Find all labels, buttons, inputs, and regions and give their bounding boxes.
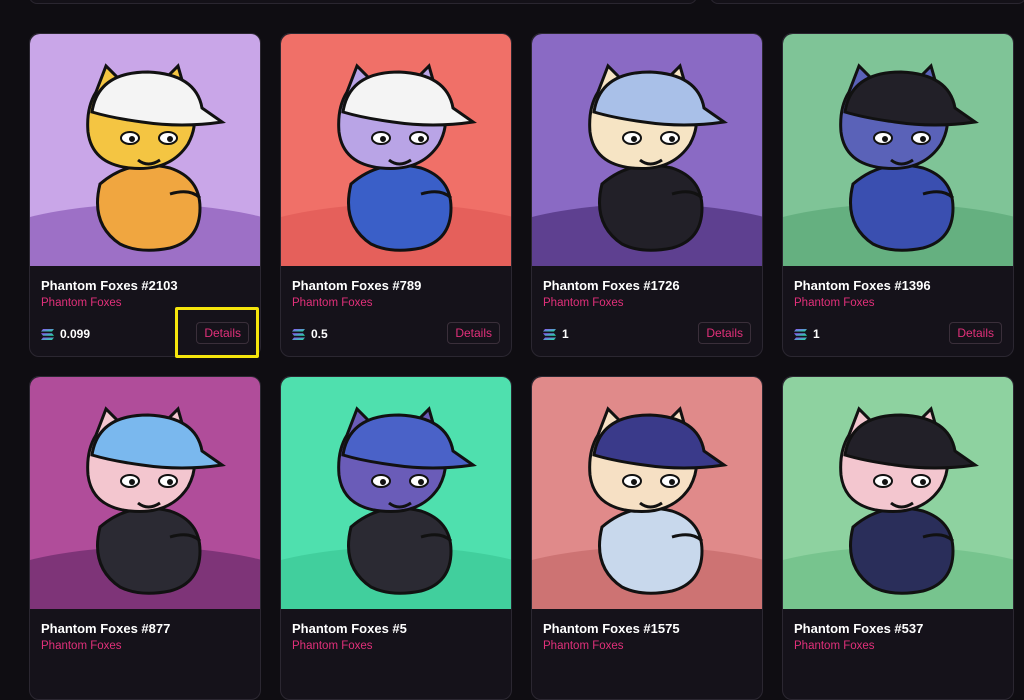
collection-link[interactable]: Phantom Foxes xyxy=(292,640,373,652)
details-button[interactable]: Details xyxy=(698,322,751,344)
nft-title: Phantom Foxes #537 xyxy=(794,621,924,636)
collection-link[interactable]: Phantom Foxes xyxy=(41,640,122,652)
nft-image[interactable] xyxy=(532,34,762,266)
collection-link[interactable]: Phantom Foxes xyxy=(543,297,624,309)
price-row: 1 xyxy=(794,327,820,341)
nft-image[interactable] xyxy=(532,377,762,609)
nft-grid: Phantom Foxes #2103 Phantom Foxes 0.099 … xyxy=(29,33,1014,700)
nft-image[interactable] xyxy=(783,34,1013,266)
nft-title: Phantom Foxes #877 xyxy=(41,621,171,636)
nft-image[interactable] xyxy=(281,377,511,609)
price-value: 0.5 xyxy=(311,327,328,341)
price-value: 1 xyxy=(562,327,569,341)
price-row: 1 xyxy=(543,327,569,341)
price-value: 0.099 xyxy=(60,327,91,341)
solana-icon xyxy=(543,328,556,340)
nft-card[interactable]: Phantom Foxes #1575 Phantom Foxes xyxy=(531,376,763,700)
nft-card[interactable]: Phantom Foxes #2103 Phantom Foxes 0.099 … xyxy=(29,33,261,357)
nft-image[interactable] xyxy=(30,377,260,609)
details-button[interactable]: Details xyxy=(447,322,500,344)
nft-card[interactable]: Phantom Foxes #537 Phantom Foxes xyxy=(782,376,1014,700)
nft-image[interactable] xyxy=(30,34,260,266)
nft-title: Phantom Foxes #2103 xyxy=(41,278,178,293)
solana-icon xyxy=(794,328,807,340)
price-value: 1 xyxy=(813,327,820,341)
nft-title: Phantom Foxes #789 xyxy=(292,278,422,293)
nft-title: Phantom Foxes #1575 xyxy=(543,621,680,636)
nft-title: Phantom Foxes #1396 xyxy=(794,278,931,293)
nft-card[interactable]: Phantom Foxes #1396 Phantom Foxes 1 Deta… xyxy=(782,33,1014,357)
search-input-top[interactable] xyxy=(29,0,697,4)
nft-image[interactable] xyxy=(281,34,511,266)
collection-link[interactable]: Phantom Foxes xyxy=(543,640,624,652)
price-row: 0.099 xyxy=(41,327,90,341)
nft-card[interactable]: Phantom Foxes #1726 Phantom Foxes 1 Deta… xyxy=(531,33,763,357)
nft-card[interactable]: Phantom Foxes #877 Phantom Foxes xyxy=(29,376,261,700)
filter-select-top[interactable] xyxy=(710,0,1024,4)
details-button[interactable]: Details xyxy=(196,322,249,344)
solana-icon xyxy=(41,328,54,340)
solana-icon xyxy=(292,328,305,340)
nft-title: Phantom Foxes #1726 xyxy=(543,278,680,293)
collection-link[interactable]: Phantom Foxes xyxy=(292,297,373,309)
price-row: 0.5 xyxy=(292,327,328,341)
details-button[interactable]: Details xyxy=(949,322,1002,344)
nft-title: Phantom Foxes #5 xyxy=(292,621,407,636)
nft-image[interactable] xyxy=(783,377,1013,609)
nft-card[interactable]: Phantom Foxes #5 Phantom Foxes xyxy=(280,376,512,700)
collection-link[interactable]: Phantom Foxes xyxy=(794,640,875,652)
collection-link[interactable]: Phantom Foxes xyxy=(794,297,875,309)
nft-card[interactable]: Phantom Foxes #789 Phantom Foxes 0.5 Det… xyxy=(280,33,512,357)
collection-link[interactable]: Phantom Foxes xyxy=(41,297,122,309)
